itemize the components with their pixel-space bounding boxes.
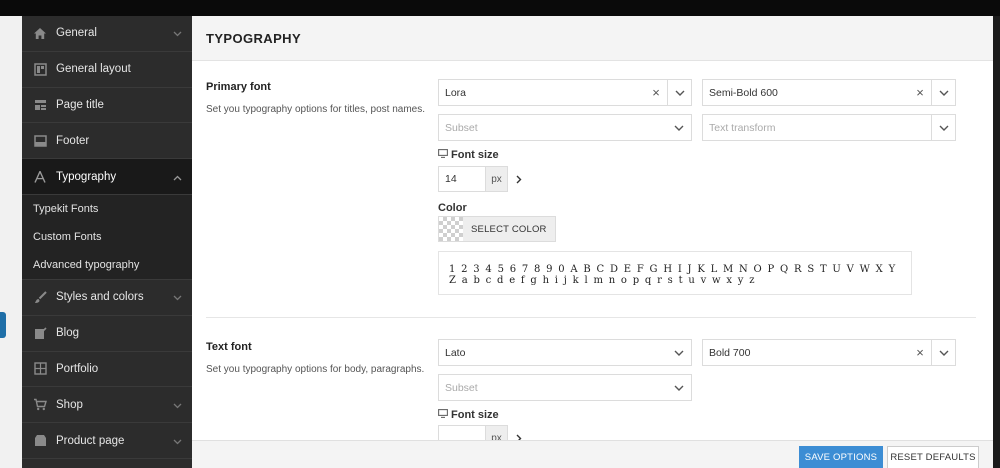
primary-font-label: Primary font (206, 81, 271, 93)
sidebar-item-product-page[interactable]: Product page (22, 423, 192, 459)
cart-icon (24, 398, 56, 411)
sidebar-item-footer[interactable]: Footer (22, 123, 192, 160)
options-footer: SAVE OPTIONS RESET DEFAULTS (192, 440, 993, 468)
text-font-family-select[interactable]: Lato (438, 339, 692, 366)
primary-font-subset-select[interactable]: Subset (438, 114, 692, 141)
primary-font-size-label: Font size (438, 149, 499, 161)
main-panel: TYPOGRAPHY Primary font Set you typograp… (192, 16, 993, 468)
chevron-up-icon (173, 170, 182, 184)
monitor-icon (438, 149, 448, 161)
sidebar-item-general-layout[interactable]: General layout (22, 52, 192, 88)
reset-defaults-button[interactable]: RESET DEFAULTS (887, 446, 979, 468)
primary-font-size-input[interactable] (438, 166, 486, 192)
sidebar-item-label: Portfolio (56, 362, 99, 375)
footer-icon (24, 135, 56, 147)
sidebar-item-shop[interactable]: Shop (22, 387, 192, 424)
sidebar-subitem-advanced-typography[interactable]: Advanced typography (22, 251, 192, 279)
chevron-down-icon[interactable] (667, 115, 691, 140)
text-transform-placeholder: Text transform (709, 121, 776, 134)
product-icon (24, 434, 56, 447)
typography-icon (24, 170, 56, 183)
save-options-button[interactable]: SAVE OPTIONS (799, 446, 883, 468)
sidebar-item-label: Styles and colors (56, 291, 144, 304)
selected-value: Lora (445, 86, 467, 99)
sidebar-item-page-title[interactable]: Page title (22, 88, 192, 124)
portfolio-icon (24, 362, 56, 376)
sidebar-subitem-custom-fonts[interactable]: Custom Fonts (22, 223, 192, 251)
selected-value: Bold 700 (709, 346, 751, 359)
primary-font-preview: 1 2 3 4 5 6 7 8 9 0 A B C D E F G H I J … (438, 251, 912, 295)
primary-font-color-label: Color (438, 202, 467, 214)
text-font-size-label: Font size (438, 409, 499, 421)
window-top-bar (0, 0, 1000, 16)
selected-value: Lato (445, 346, 466, 359)
typography-submenu: Typekit Fonts Custom Fonts Advanced typo… (22, 194, 192, 280)
font-size-text: Font size (451, 409, 499, 421)
primary-font-family-select[interactable]: Lora × (438, 79, 692, 106)
text-font-label: Text font (206, 341, 252, 353)
subset-placeholder: Subset (445, 381, 478, 394)
chevron-down-icon[interactable] (931, 80, 955, 105)
primary-font-weight-select[interactable]: Semi-Bold 600 × (702, 79, 956, 106)
layout-icon (24, 62, 56, 76)
left-edge (0, 16, 22, 468)
primary-font-size-control: px (438, 166, 522, 192)
sidebar-item-label: Product page (56, 434, 125, 447)
font-size-text: Font size (451, 149, 499, 161)
text-font-subset-select[interactable]: Subset (438, 374, 692, 401)
subset-placeholder: Subset (445, 121, 478, 134)
blog-icon (24, 327, 56, 340)
chevron-down-icon (173, 26, 182, 40)
text-font-description: Set you typography options for body, par… (206, 364, 425, 375)
chevron-down-icon[interactable] (667, 340, 691, 365)
chevron-down-icon[interactable] (931, 340, 955, 365)
color-swatch (439, 217, 463, 241)
sidebar-item-typography[interactable]: Typography (22, 159, 192, 195)
chevron-down-icon (173, 290, 182, 304)
chevron-down-icon[interactable] (931, 115, 955, 140)
sidebar-item-label: Footer (56, 134, 90, 147)
clear-icon[interactable]: × (909, 85, 931, 100)
collapse-handle[interactable] (0, 312, 6, 338)
select-color-button[interactable]: SELECT COLOR (438, 216, 556, 242)
chevron-right-icon[interactable] (516, 175, 522, 184)
sidebar-item-label: General (56, 27, 97, 40)
chevron-down-icon (173, 398, 182, 412)
color-label-text: Color (438, 202, 467, 214)
clear-icon[interactable]: × (645, 85, 667, 100)
page-title-icon (24, 99, 56, 111)
primary-font-description: Set you typography options for titles, p… (206, 104, 426, 115)
sidebar-item-label: Shop (56, 398, 83, 411)
page-title: TYPOGRAPHY (206, 30, 302, 46)
sidebar: General General layout Page title Footer… (22, 16, 192, 468)
right-edge (993, 16, 1000, 468)
chevron-down-icon (173, 434, 182, 448)
sidebar-item-portfolio[interactable]: Portfolio (22, 352, 192, 388)
brush-icon (24, 291, 56, 304)
page-header: TYPOGRAPHY (192, 16, 993, 61)
home-icon (24, 27, 56, 40)
chevron-down-icon[interactable] (667, 375, 691, 400)
sidebar-subitem-typekit-fonts[interactable]: Typekit Fonts (22, 195, 192, 223)
sidebar-item-styles-and-colors[interactable]: Styles and colors (22, 280, 192, 316)
sidebar-item-general[interactable]: General (22, 16, 192, 52)
selected-value: Semi-Bold 600 (709, 86, 778, 99)
primary-font-text-transform-select[interactable]: Text transform (702, 114, 956, 141)
text-font-weight-select[interactable]: Bold 700 × (702, 339, 956, 366)
sidebar-item-label: General layout (56, 63, 131, 76)
chevron-down-icon[interactable] (667, 80, 691, 105)
clear-icon[interactable]: × (909, 345, 931, 360)
primary-font-section: Primary font Set you typography options … (192, 61, 993, 321)
sidebar-item-label: Typography (56, 170, 117, 183)
sidebar-item-label: Page title (56, 98, 104, 111)
monitor-icon (438, 409, 448, 421)
select-color-text: SELECT COLOR (471, 223, 547, 235)
unit-label: px (486, 166, 508, 192)
sidebar-item-label: Blog (56, 327, 80, 340)
sidebar-item-blog[interactable]: Blog (22, 316, 192, 352)
